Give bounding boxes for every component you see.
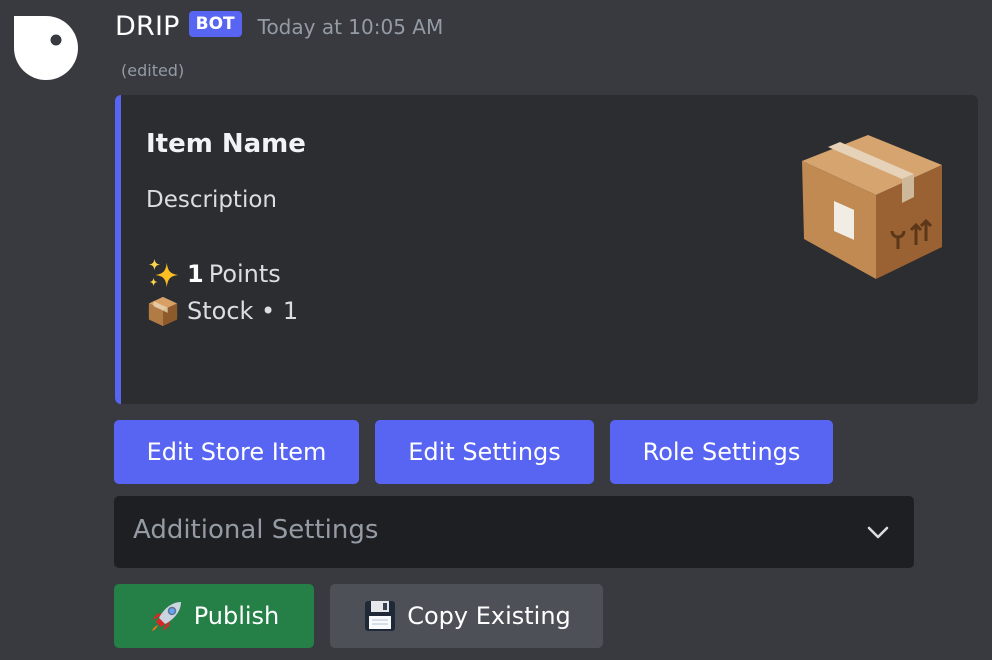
- points-field: 1 Points: [146, 257, 281, 291]
- role-settings-button[interactable]: Role Settings: [610, 420, 833, 484]
- additional-settings-select[interactable]: Additional Settings: [114, 496, 914, 568]
- action-row-secondary: Publish Copy Existing: [114, 584, 603, 648]
- select-placeholder: Additional Settings: [133, 515, 379, 545]
- rocket-icon: [151, 602, 181, 631]
- item-embed: Item Name Description 1 Points Stock • 1: [115, 95, 978, 404]
- copy-existing-label: Copy Existing: [407, 602, 571, 630]
- embed-description: Description: [146, 187, 277, 213]
- sparkles-icon: [148, 258, 179, 288]
- floppy-disk-icon: [365, 601, 396, 631]
- stock-field: Stock • 1: [146, 294, 298, 328]
- message-header: DRIP BOT Today at 10:05 AM: [115, 8, 443, 44]
- stock-text: Stock • 1: [187, 297, 299, 325]
- copy-existing-button[interactable]: Copy Existing: [330, 584, 603, 648]
- chevron-down-icon: [867, 526, 889, 539]
- bot-avatar-icon: [14, 16, 78, 80]
- edited-label: (edited): [121, 61, 185, 80]
- avatar[interactable]: [14, 16, 78, 80]
- bot-badge: BOT: [188, 11, 242, 37]
- action-row-primary: Edit Store Item Edit Settings Role Setti…: [114, 420, 833, 484]
- package-icon: [148, 296, 178, 327]
- edit-settings-button[interactable]: Edit Settings: [375, 420, 594, 484]
- points-label: Points: [208, 260, 281, 288]
- points-value: 1: [187, 260, 204, 288]
- package-icon: [802, 135, 942, 279]
- edit-store-item-button[interactable]: Edit Store Item: [114, 420, 359, 484]
- publish-label: Publish: [193, 602, 280, 630]
- message-timestamp: Today at 10:05 AM: [257, 15, 444, 39]
- embed-title: Item Name: [146, 129, 306, 159]
- publish-button[interactable]: Publish: [114, 584, 314, 648]
- author-name[interactable]: DRIP: [115, 11, 180, 42]
